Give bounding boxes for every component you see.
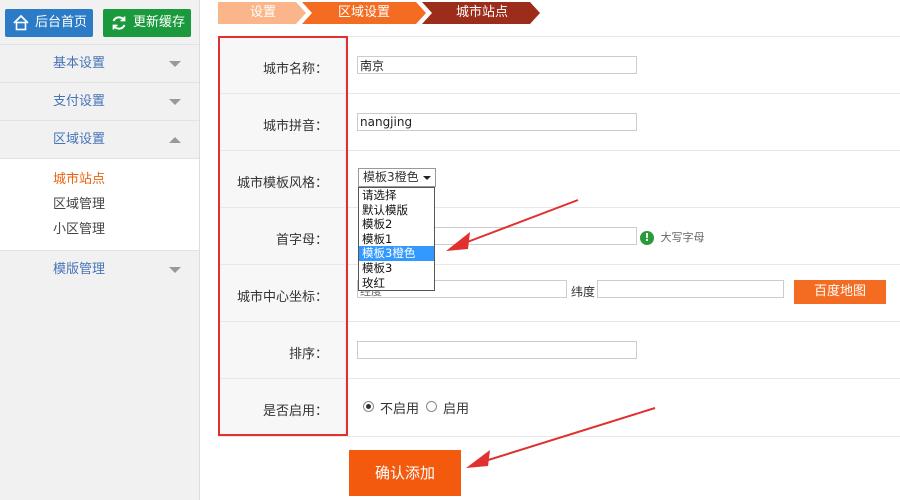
- annotation-arrow-dropdown: [446, 199, 579, 251]
- annotation-arrows: [446, 199, 656, 468]
- annotation-arrow-submit: [466, 407, 656, 468]
